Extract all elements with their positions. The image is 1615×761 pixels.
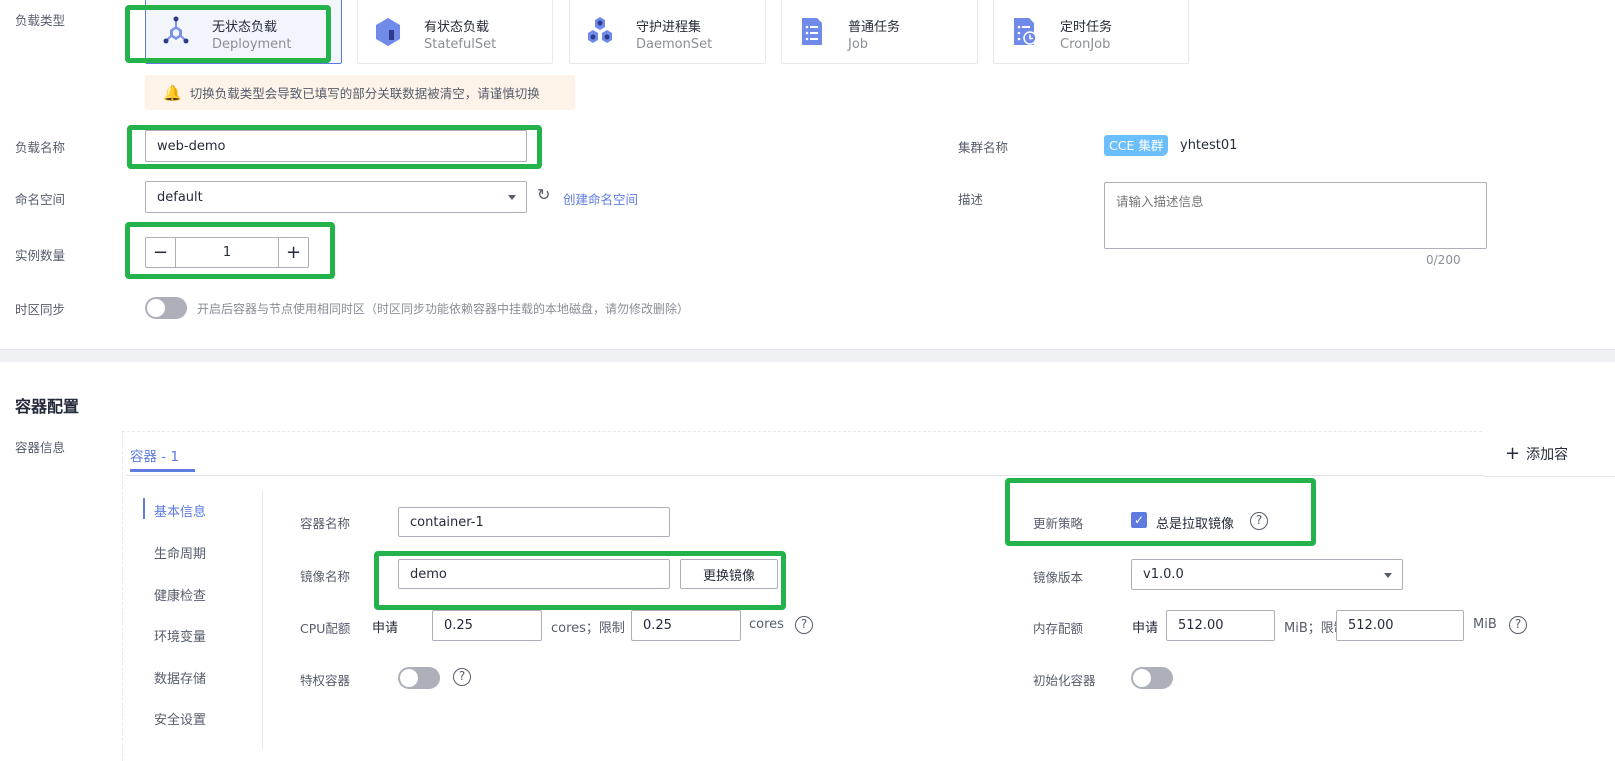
daemonset-icon [588,17,612,43]
statefulset-icon [376,18,400,46]
init-container-toggle[interactable] [1131,667,1173,689]
workload-type-job[interactable]: 普通任务 Job [781,0,978,64]
cpu-request-input[interactable]: 0.25 [432,610,542,641]
help-icon[interactable]: ? [795,616,813,634]
nav-divider [262,490,263,750]
image-version-select[interactable]: v1.0.0 [1131,559,1403,590]
tab-divider [126,475,1486,476]
privileged-toggle[interactable] [398,667,440,689]
tab-underline [130,469,195,472]
always-pull-checkbox[interactable]: ✓ [1131,512,1147,528]
container-name-input[interactable]: container-1 [398,507,670,537]
nav-security[interactable]: 安全设置 [154,709,206,728]
description-label: 描述 [958,192,984,207]
help-icon[interactable]: ? [453,668,471,686]
image-name-input[interactable]: demo [398,559,670,589]
create-namespace-link[interactable]: 创建命名空间 [563,189,638,208]
cluster-name-label: 集群名称 [958,140,1009,155]
cronjob-icon [1014,18,1037,45]
memory-request-label: 申请 [1132,621,1159,636]
update-policy-label: 更新策略 [1033,516,1084,531]
card-subtitle: StatefulSet [424,37,497,52]
warning-banner: 🔔 切换负载类型会导致已填写的部分关联数据被清空，请谨慎切换 [145,75,575,110]
memory-unit: MiB [1473,617,1497,632]
memory-limit-input[interactable]: 512.00 [1336,610,1464,641]
workload-type-deployment[interactable]: 无状态负载 Deployment [145,0,342,64]
card-subtitle: CronJob [1060,37,1111,52]
cpu-limit-input[interactable]: 0.25 [631,610,741,641]
caret-down-icon [508,195,516,200]
cluster-name-value: yhtest01 [1180,138,1238,153]
timezone-sync-hint: 开启后容器与节点使用相同时区（时区同步功能依赖容器中挂载的本地磁盘，请勿修改删除… [197,302,690,316]
caret-down-icon [1384,572,1392,578]
description-textarea[interactable] [1104,182,1487,249]
replicas-stepper[interactable]: − 1 + [145,237,309,268]
workload-type-statefulset[interactable]: 有状态负载 StatefulSet [357,0,553,64]
workload-type-label: 负载类型 [15,13,66,28]
cce-cluster-badge: CCE 集群 [1104,135,1169,156]
namespace-label: 命名空间 [15,192,66,207]
card-title: 无状态负载 [212,20,278,35]
bell-icon: 🔔 [163,83,182,102]
nav-env-vars[interactable]: 环境变量 [154,626,206,645]
timezone-sync-toggle[interactable] [145,297,187,319]
nav-lifecycle[interactable]: 生命周期 [154,543,206,562]
plus-icon: + [1505,443,1521,464]
namespace-value: default [157,189,203,205]
privileged-label: 特权容器 [300,673,351,688]
cpu-unit: cores [749,617,784,632]
image-version-value: v1.0.0 [1143,567,1184,582]
workload-type-cronjob[interactable]: 定时任务 CronJob [993,0,1189,64]
warning-text: 切换负载类型会导致已填写的部分关联数据被清空，请谨慎切换 [189,86,540,101]
cpu-quota-label: CPU配额 [300,621,351,636]
workload-name-label: 负载名称 [15,140,66,155]
cpu-limit-label: cores；限制 [551,621,625,636]
card-title: 守护进程集 [636,20,702,35]
active-nav-bar [143,498,145,519]
cpu-request-label: 申请 [372,621,399,636]
card-title: 普通任务 [848,20,901,35]
container-info-label: 容器信息 [15,440,66,455]
workload-type-daemonset[interactable]: 守护进程集 DaemonSet [569,0,766,64]
init-container-label: 初始化容器 [1033,673,1096,688]
card-subtitle: Deployment [212,37,292,52]
section-divider [0,349,1615,362]
minus-button[interactable]: − [146,238,176,267]
nav-basic-info[interactable]: 基本信息 [154,501,206,520]
help-icon[interactable]: ? [1250,512,1268,530]
nav-health-check[interactable]: 健康检查 [154,585,206,604]
help-icon[interactable]: ? [1509,616,1527,634]
card-subtitle: DaemonSet [636,37,713,52]
replicas-label: 实例数量 [15,248,66,263]
add-container-label: 添加容 [1526,447,1569,463]
tab-container-1[interactable]: 容器 - 1 [130,445,179,465]
card-title: 有状态负载 [424,20,490,35]
add-container-button[interactable]: + 添加容 [1483,430,1615,477]
section-title: 容器配置 [15,397,80,416]
refresh-icon[interactable]: ↻ [537,185,550,204]
container-panel [122,431,1615,761]
timezone-sync-label: 时区同步 [15,302,66,317]
job-icon [802,18,822,45]
image-version-label: 镜像版本 [1033,570,1084,585]
memory-quota-label: 内存配额 [1033,621,1084,636]
replicas-input[interactable]: 1 [176,238,278,267]
description-count: 0/200 [1426,253,1461,267]
namespace-select[interactable]: default [145,181,527,213]
memory-request-input[interactable]: 512.00 [1166,610,1275,641]
nav-data-storage[interactable]: 数据存储 [154,668,206,687]
change-image-button[interactable]: 更换镜像 [680,559,778,589]
workload-name-input[interactable]: web-demo [145,130,527,162]
card-subtitle: Job [848,37,869,52]
image-name-label: 镜像名称 [300,569,351,584]
plus-button[interactable]: + [278,238,308,267]
container-name-label: 容器名称 [300,516,351,531]
always-pull-label: 总是拉取镜像 [1156,517,1235,532]
card-title: 定时任务 [1060,20,1113,35]
deployment-icon [163,16,189,44]
